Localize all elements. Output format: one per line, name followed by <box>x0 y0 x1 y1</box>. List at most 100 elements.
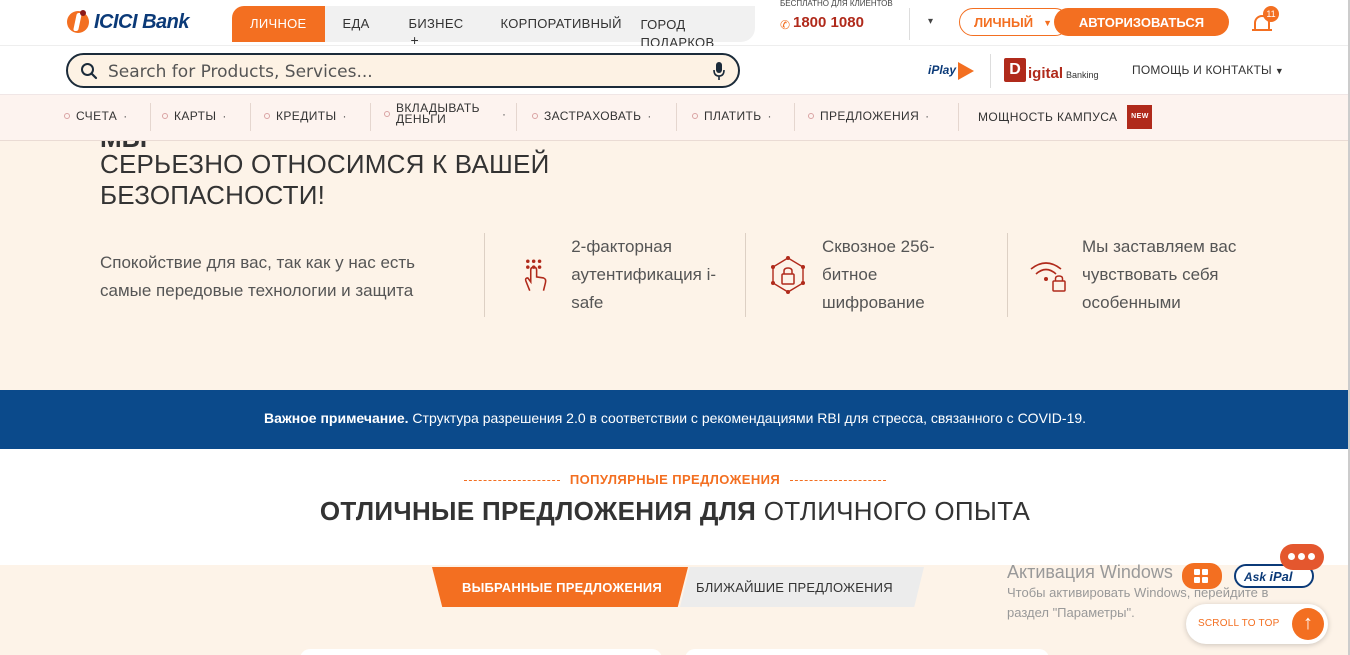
new-badge: NEW <box>1127 105 1153 129</box>
offers-subtitle-label: ПОПУЛЯРНЫЕ ПРЕДЛОЖЕНИЯ <box>569 472 781 487</box>
chevron-down-icon[interactable]: ▾ <box>928 16 933 27</box>
nav-loans[interactable]: КРЕДИТЫ · <box>264 109 347 123</box>
nav-offers[interactable]: ПРЕДЛОЖЕНИЯ · <box>808 109 930 123</box>
iplay-link[interactable]: iPlay <box>928 62 975 80</box>
feature-two-factor-text: 2-факторная аутентификация i-safe <box>571 237 717 312</box>
notification-bell-icon[interactable]: 11 <box>1252 6 1279 34</box>
search-placeholder: Search for Products, Services... <box>108 62 373 82</box>
ipal-label: iPal <box>1269 569 1293 584</box>
offer-card[interactable] <box>300 649 662 655</box>
scroll-to-top-button[interactable]: SCROLL TO TOP ↑ <box>1186 604 1328 644</box>
top-header: ICICI Bank ЛИЧНОЕ ЕДА БИЗНЕС + КОРПОРАТИ… <box>0 0 1350 50</box>
section-title-line1: СЕРЬЕЗНО ОТНОСИМСЯ К ВАШЕЙ <box>100 149 550 179</box>
personal-dropdown[interactable]: ЛИЧНЫЙ ▼ <box>959 8 1069 36</box>
helpline-label: БЕСПЛАТНО ДЛЯ КЛИЕНТОВ НЕТ. <box>780 0 893 8</box>
fingerprint-touch-icon <box>524 259 547 291</box>
brand-name: ICICI Bank <box>94 10 190 33</box>
invest-icon <box>384 111 390 117</box>
offers-title: ОТЛИЧНЫЕ ПРЕДЛОЖЕНИЯ ДЛЯ ОТЛИЧНОГО ОПЫТА <box>0 496 1350 527</box>
iplay-label: iPlay <box>928 63 957 78</box>
chat-bubble-icon[interactable] <box>1280 544 1324 570</box>
digital-label: igital <box>1028 65 1064 82</box>
offers-title-bold: ОТЛИЧНЫЕ ПРЕДЛОЖЕНИЯ ДЛЯ <box>319 496 757 526</box>
divider <box>484 233 485 317</box>
notice-bold: Важное примечание. <box>263 410 409 426</box>
apps-grid-button[interactable] <box>1182 563 1222 589</box>
pay-icon <box>692 113 698 119</box>
nav-invest[interactable]: ВКЛАДЫВАТЬ ДЕНЬГИ · <box>384 102 506 125</box>
toll-free-helpline[interactable]: БЕСПЛАТНО ДЛЯ КЛИЕНТОВ НЕТ. ✆ 1800 1080 <box>780 0 900 32</box>
feature-encryption-text: Сквозное 256-битное шифрование <box>822 237 935 312</box>
nav-campus-power[interactable]: МОЩНОСТЬ КАМПУСА NEW <box>978 105 1153 129</box>
play-icon <box>958 62 975 80</box>
search-input[interactable]: Search for Products, Services... <box>66 53 740 88</box>
nav-cards[interactable]: КАРТЫ · <box>162 109 227 123</box>
divider <box>909 8 910 40</box>
nav-accounts-label: СЧЕТА <box>76 109 118 123</box>
loans-icon <box>264 113 270 119</box>
icici-logo[interactable]: ICICI Bank <box>66 9 190 35</box>
tab-personal[interactable]: ЛИЧНОЕ <box>232 6 325 42</box>
offer-card[interactable] <box>685 649 1049 655</box>
tab-business-label: БИЗНЕС <box>408 16 464 31</box>
divider <box>676 103 677 131</box>
digital-banking-logo-icon: D <box>1004 58 1026 82</box>
nav-insure[interactable]: ЗАСТРАХОВАТЬ · <box>532 109 652 123</box>
help-contact-label: ПОМОЩЬ И КОНТАКТЫ <box>1132 63 1272 77</box>
chevron-down-icon: ▼ <box>1274 66 1284 76</box>
divider <box>370 103 371 131</box>
helpline-number: 1800 1080 <box>793 14 864 31</box>
offers-icon <box>808 113 814 119</box>
accounts-icon <box>64 113 70 119</box>
encryption-lock-network-icon <box>771 256 805 294</box>
nav-pay[interactable]: ПЛАТИТЬ · <box>692 109 772 123</box>
segment-tabs: ЛИЧНОЕ ЕДА БИЗНЕС + КОРПОРАТИВНЫЙ ГОРОД … <box>232 6 755 50</box>
microphone-icon[interactable] <box>712 61 726 81</box>
chevron-down-icon: ▼ <box>1043 18 1052 28</box>
nav-accounts[interactable]: СЧЕТА · <box>64 109 128 123</box>
cards-icon <box>162 113 168 119</box>
feature-two-factor: 2-факторная аутентификация i-safe <box>518 233 728 317</box>
divider <box>794 103 795 131</box>
tab-nearby-offers[interactable]: БЛИЖАЙШИЕ ПРЕДЛОЖЕНИЯ <box>680 567 924 607</box>
login-button[interactable]: АВТОРИЗОВАТЬСЯ <box>1054 8 1229 36</box>
nav-campus-power-label: МОЩНОСТЬ КАМПУСА <box>978 110 1118 124</box>
divider <box>250 103 251 131</box>
main-navigation: СЧЕТА · КАРТЫ · КРЕДИТЫ · ВКЛАДЫВАТЬ ДЕНЬГИ… <box>0 95 1350 141</box>
tab-food[interactable]: ЕДА <box>324 6 391 42</box>
nav-insure-label: ЗАСТРАХОВАТЬ <box>544 109 642 123</box>
divider <box>958 103 959 131</box>
arrow-up-icon: ↑ <box>1292 608 1324 640</box>
divider <box>1007 233 1008 317</box>
important-notice-banner[interactable]: Важное примечание. Структура разрешения … <box>0 390 1350 449</box>
help-contact-dropdown[interactable]: ПОМОЩЬ И КОНТАКТЫ ▼ <box>1132 63 1284 77</box>
icici-logo-mark-icon <box>66 9 90 35</box>
nav-offers-label: ПРЕДЛОЖЕНИЯ <box>820 109 920 123</box>
phone-icon: ✆ <box>780 18 791 32</box>
digital-banking-link[interactable]: D igital Banking <box>1004 58 1099 82</box>
divider <box>745 233 746 317</box>
search-icon <box>81 63 98 80</box>
offers-subtitle: ПОПУЛЯРНЫЕ ПРЕДЛОЖЕНИЯ <box>0 472 1350 487</box>
tab-gift-city[interactable]: ГОРОД ПОДАРКОВ <box>622 6 755 50</box>
tab-corporate[interactable]: КОРПОРАТИВНЫЙ <box>482 6 623 42</box>
feature-special: Мы заставляем вас чувствовать себя особе… <box>1028 233 1268 317</box>
nav-loans-label: КРЕДИТЫ <box>276 109 337 123</box>
wifi-lock-icon <box>1030 262 1066 292</box>
scroll-to-top-label: SCROLL TO TOP <box>1198 618 1280 629</box>
insure-icon <box>532 113 538 119</box>
notice-text: Структура разрешения 2.0 в соответствии … <box>408 410 1087 426</box>
tab-business[interactable]: БИЗНЕС + <box>390 6 483 48</box>
security-description: Спокойствие для вас, так как у нас есть … <box>100 253 416 300</box>
personal-dropdown-label: ЛИЧНЫЙ <box>974 15 1034 30</box>
divider <box>150 103 151 131</box>
security-section: МЫ СЕРЬЕЗНО ОТНОСИМСЯ К ВАШЕЙ БЕЗОПАСНОС… <box>0 141 1350 390</box>
nav-cards-label: КАРТЫ <box>174 109 217 123</box>
divider <box>990 54 991 88</box>
tab-featured-offers[interactable]: ВЫБРАННЫЕ ПРЕДЛОЖЕНИЯ <box>432 567 688 607</box>
ask-label: Ask <box>1244 570 1267 584</box>
divider <box>516 103 517 131</box>
nav-pay-label: ПЛАТИТЬ <box>704 109 762 123</box>
section-title-line2: БЕЗОПАСНОСТИ! <box>100 180 326 210</box>
notification-count-badge: 11 <box>1263 6 1279 22</box>
